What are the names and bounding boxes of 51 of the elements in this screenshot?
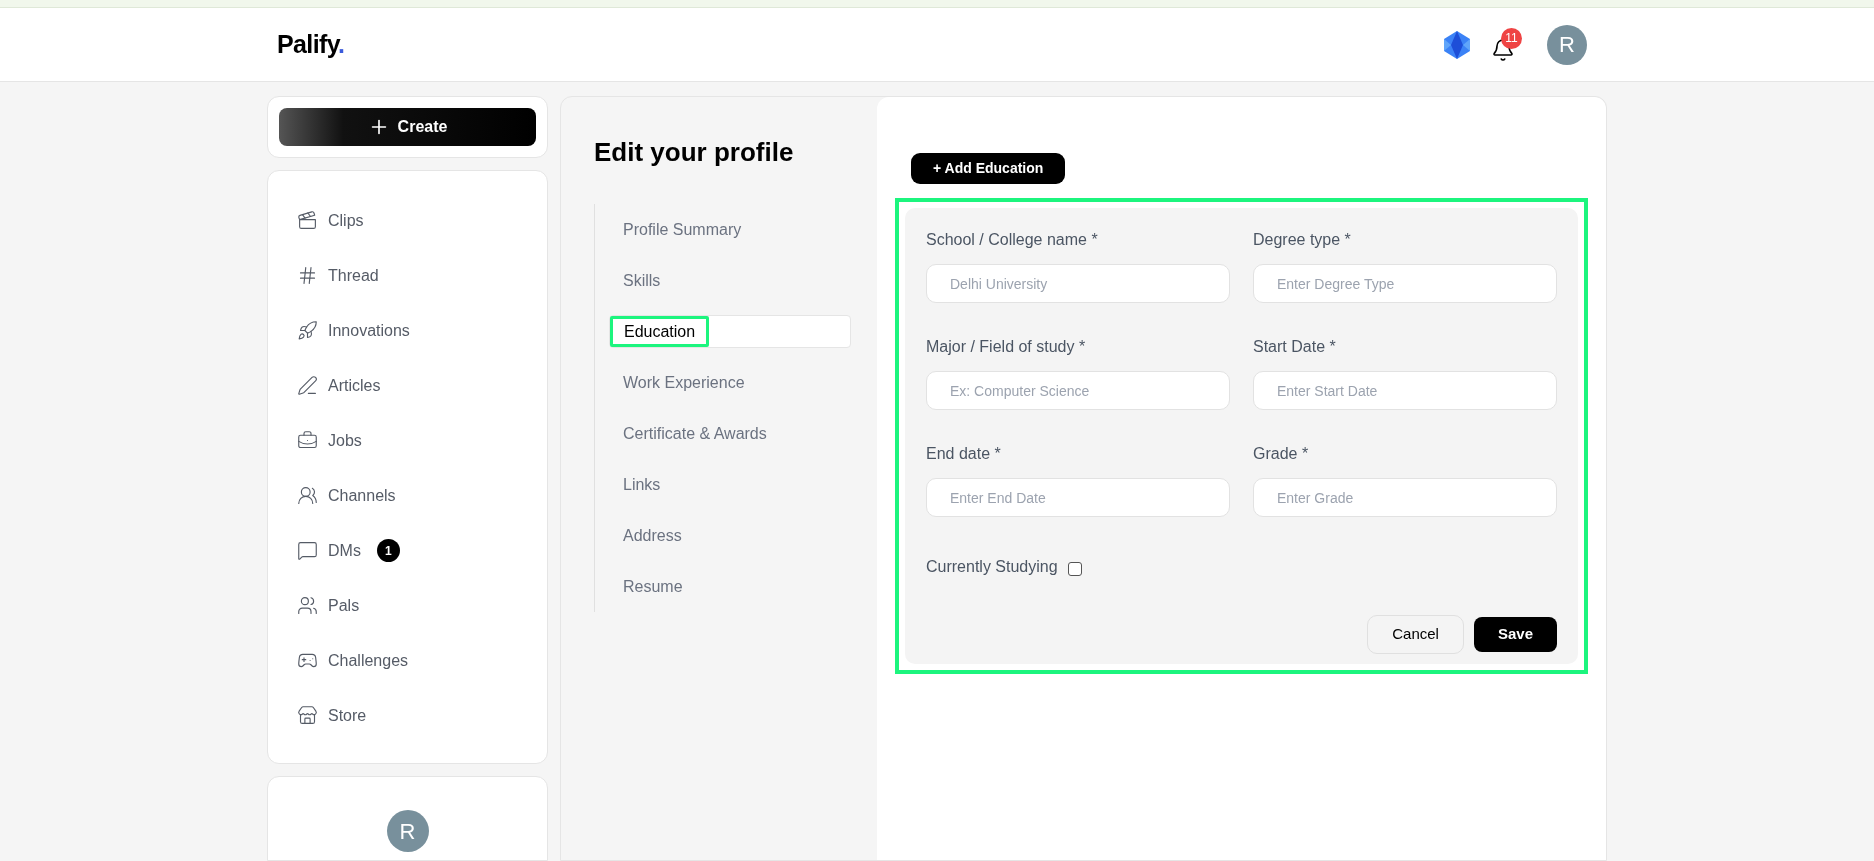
text-field[interactable]: Enter Start Date: [1253, 371, 1557, 410]
profile-section-tab[interactable]: Education: [609, 315, 851, 348]
field-label: Degree type *: [1253, 230, 1352, 250]
clapperboard-icon: [297, 210, 318, 231]
text-field[interactable]: Delhi University: [926, 264, 1230, 303]
cancel-button[interactable]: Cancel: [1367, 615, 1464, 654]
text-field[interactable]: Ex: Computer Science: [926, 371, 1230, 410]
nav-item[interactable]: Clips: [297, 193, 518, 248]
add-education-button[interactable]: + Add Education: [911, 153, 1066, 184]
people-icon: [297, 485, 318, 506]
profile-section-tab[interactable]: Certificate & Awards: [609, 417, 851, 450]
create-button[interactable]: Create: [279, 108, 536, 146]
checkbox[interactable]: [1067, 561, 1082, 576]
nav-item[interactable]: Jobs: [297, 413, 518, 468]
nav-item[interactable]: DMs 1: [297, 523, 518, 578]
notification-count: 11: [1501, 27, 1522, 49]
rocket-icon: [297, 320, 318, 341]
field-label: Major / Field of study *: [926, 337, 1087, 357]
profile-section-tab[interactable]: Resume: [609, 570, 851, 603]
logo[interactable]: Palify.: [267, 25, 345, 64]
save-button[interactable]: Save: [1473, 617, 1557, 652]
nav-item[interactable]: Articles: [297, 358, 518, 413]
pen-icon: [297, 375, 318, 396]
text-field[interactable]: Enter Grade: [1253, 478, 1557, 517]
checkbox-label: Currently Studying: [926, 557, 1058, 577]
profile-section-tab[interactable]: Profile Summary: [609, 213, 851, 246]
profile-section-tab[interactable]: Skills: [609, 264, 851, 297]
field-label: School / College name *: [926, 230, 1099, 250]
nav-item[interactable]: Challenges: [297, 633, 518, 688]
nav-item[interactable]: Channels: [297, 468, 518, 523]
nav-item[interactable]: Pals: [297, 578, 518, 633]
nav-item[interactable]: Store: [297, 688, 518, 743]
field-label: End date *: [926, 444, 1002, 464]
profile-section-tab[interactable]: Links: [609, 468, 851, 501]
unread-count: 1: [376, 539, 400, 562]
crystal-icon[interactable]: [1443, 29, 1471, 60]
storefront-icon: [297, 705, 318, 726]
text-field[interactable]: Enter End Date: [926, 478, 1230, 517]
hash-icon: [297, 265, 318, 286]
field-label: Grade *: [1253, 444, 1310, 464]
nav-item[interactable]: Thread: [297, 248, 518, 303]
page-title: Edit your profile: [594, 136, 795, 169]
nav-item[interactable]: Innovations: [297, 303, 518, 358]
profile-section-tab[interactable]: Address: [609, 519, 851, 552]
people-icon: [297, 595, 318, 616]
chat-bubble-icon: [297, 540, 318, 561]
field-label: Start Date *: [1253, 337, 1337, 357]
briefcase-icon: [297, 430, 318, 451]
text-field[interactable]: Enter Degree Type: [1253, 264, 1557, 303]
profile-section-tab[interactable]: Work Experience: [609, 366, 851, 399]
notification-button[interactable]: 11: [1491, 27, 1527, 62]
